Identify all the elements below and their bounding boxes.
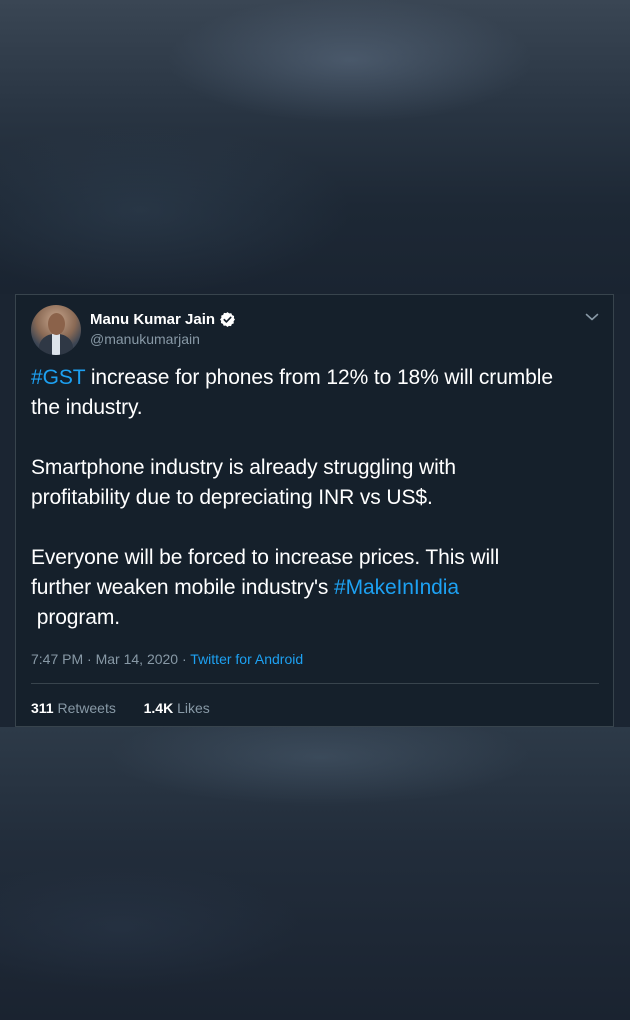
blurred-background-top bbox=[0, 0, 630, 294]
tweet-stats: 311 Retweets 1.4K Likes bbox=[31, 700, 210, 716]
tweet-text-fragment: increase for phones from 12% to 18% will… bbox=[85, 366, 553, 389]
retweets-count: 311 bbox=[31, 700, 54, 716]
tweet-text-line: program. bbox=[31, 606, 120, 629]
meta-separator: · bbox=[83, 651, 96, 667]
hashtag-makeinindia-link[interactable]: #MakeInIndia bbox=[334, 576, 459, 599]
tweet-text-line: #GST increase for phones from 12% to 18%… bbox=[31, 366, 553, 390]
avatar[interactable] bbox=[31, 305, 81, 355]
retweets-label: Retweets bbox=[53, 700, 116, 716]
tweet-text-line: the industry. bbox=[31, 396, 143, 419]
author-handle[interactable]: @manukumarjain bbox=[90, 331, 200, 347]
tweet-text-line: Everyone will be forced to increase pric… bbox=[31, 546, 500, 569]
tweet-text-line: further weaken mobile industry's #MakeIn… bbox=[31, 576, 459, 600]
tweet-source-link[interactable]: Twitter for Android bbox=[190, 651, 303, 667]
avatar-face bbox=[48, 313, 65, 335]
tweet-text-fragment: further weaken mobile industry's bbox=[31, 576, 335, 599]
blurred-background-bottom bbox=[0, 727, 630, 1020]
meta-separator: · bbox=[178, 651, 191, 667]
verified-badge-icon bbox=[220, 312, 235, 327]
author-name[interactable]: Manu Kumar Jain bbox=[90, 311, 215, 328]
chevron-down-icon[interactable] bbox=[585, 312, 599, 322]
tweet-date[interactable]: Mar 14, 2020 bbox=[96, 651, 179, 667]
tweet-text-line: profitability due to depreciating INR vs… bbox=[31, 486, 433, 509]
tweet-card: Manu Kumar Jain @manukumarjain #GST incr… bbox=[15, 294, 614, 727]
tweet-meta: 7:47 PM · Mar 14, 2020 · Twitter for And… bbox=[31, 651, 303, 667]
likes-label: Likes bbox=[173, 700, 210, 716]
hashtag-gst-link[interactable]: #GST bbox=[31, 366, 85, 389]
likes-count: 1.4K bbox=[143, 700, 174, 716]
tweet-time[interactable]: 7:47 PM bbox=[31, 651, 83, 667]
avatar-shirt bbox=[52, 334, 60, 355]
likes-stat[interactable]: 1.4K Likes bbox=[144, 700, 210, 716]
tweet-text-line: Smartphone industry is already strugglin… bbox=[31, 456, 456, 479]
divider bbox=[31, 683, 599, 684]
retweets-stat[interactable]: 311 Retweets bbox=[31, 700, 116, 716]
